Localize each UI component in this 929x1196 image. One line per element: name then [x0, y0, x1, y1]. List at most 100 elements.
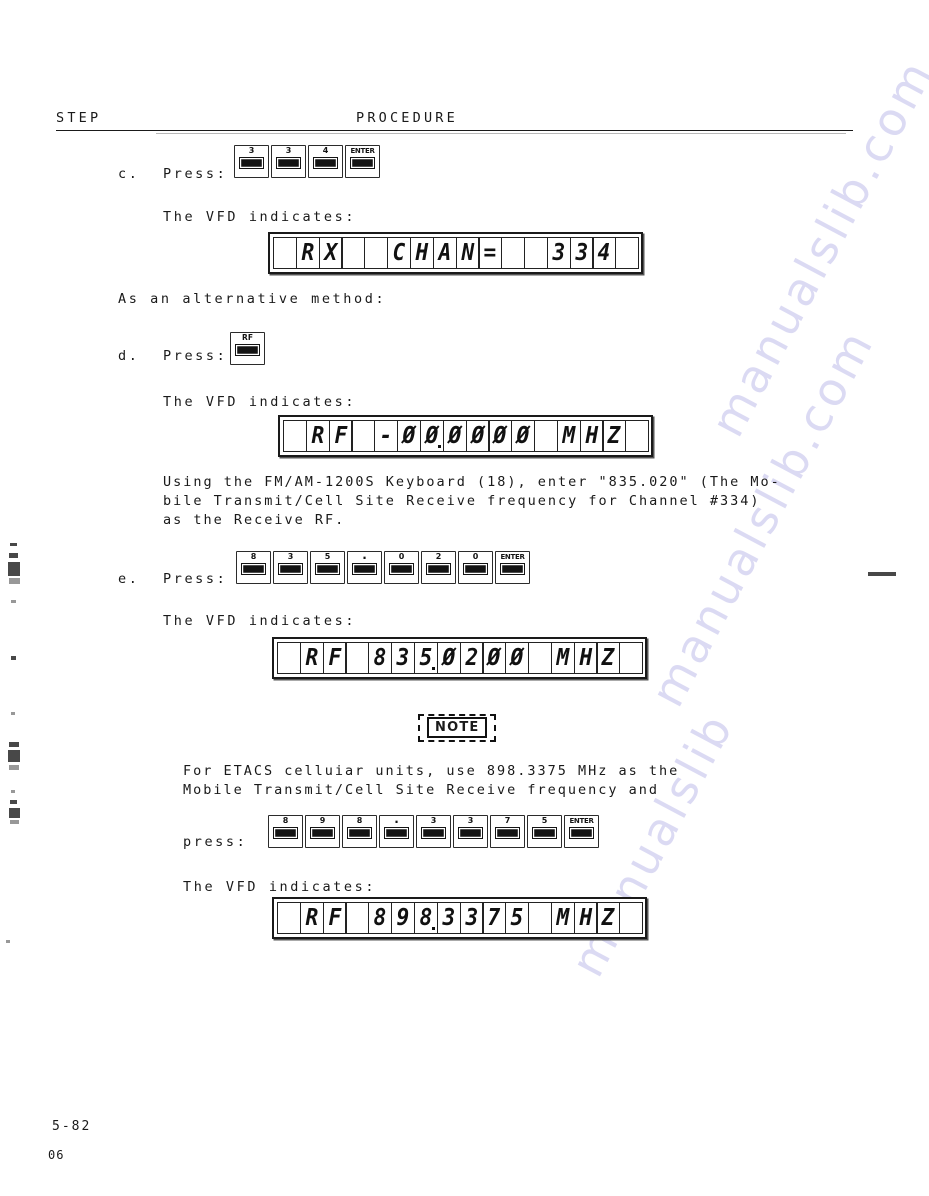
- step-e-key-3[interactable]: 3: [273, 551, 308, 584]
- vfd-d-cell: Z: [602, 420, 627, 452]
- step-c-key-3[interactable]: 3: [234, 145, 269, 178]
- step-e-key-2[interactable]: 2: [421, 551, 456, 584]
- key-label: 8: [282, 816, 289, 825]
- vfd-c-cell: [501, 237, 526, 269]
- vfd-char: 8: [373, 904, 387, 931]
- vfd-e-cell: M: [550, 642, 575, 674]
- step-c-keypad[interactable]: 3 3 4 ENTER: [234, 145, 382, 178]
- vfd-char: H: [579, 904, 592, 931]
- note-key-8[interactable]: 8: [268, 815, 303, 848]
- vfd-note-cell: M: [550, 902, 575, 934]
- note-key-8[interactable]: 8: [342, 815, 377, 848]
- vfd-d-cell: Ø: [488, 420, 513, 452]
- vfd-note-cell: 3: [436, 902, 461, 934]
- note-key-decimal[interactable]: .: [379, 812, 414, 848]
- vfd-note-cell: [277, 902, 301, 934]
- step-c-vfd-caption: The VFD indicates:: [163, 209, 357, 225]
- vfd-c-cell: [615, 237, 640, 269]
- vfd-c-cell: [341, 237, 366, 269]
- step-d-key-rf[interactable]: RF: [230, 332, 265, 365]
- key-label: RF: [242, 333, 253, 342]
- vfd-char: N: [461, 239, 474, 266]
- vfd-e-cell: [527, 642, 552, 674]
- key-cap: [389, 563, 414, 575]
- key-label: 0: [472, 552, 479, 561]
- scan-artifact: [11, 656, 16, 660]
- vfd-char: Ø: [402, 422, 416, 449]
- vfd-note-cell: [527, 902, 552, 934]
- vfd-e-cell: R: [299, 642, 324, 674]
- vfd-char: 8: [373, 644, 387, 671]
- key-cap: [239, 157, 264, 169]
- key-cap: [315, 563, 340, 575]
- vfd-c-cell: H: [409, 237, 434, 269]
- document-page: manualslib.com manualslib.com manualslib…: [0, 0, 929, 1196]
- note-key-3[interactable]: 3: [453, 815, 488, 848]
- vfd-char: R: [305, 644, 319, 671]
- step-e-keypad[interactable]: 8 3 5. 0 2 0 ENTER: [236, 548, 532, 584]
- header-step-label: STEP: [56, 110, 102, 126]
- vfd-note-cell: 7: [482, 902, 507, 934]
- vfd-d-cell: F: [328, 420, 353, 452]
- vfd-char: H: [579, 644, 592, 671]
- vfd-char: 3: [396, 644, 410, 671]
- note-vfd-caption: The VFD indicates:: [183, 879, 377, 895]
- key-cap: [276, 157, 301, 169]
- step-e-key-enter[interactable]: ENTER: [495, 551, 530, 584]
- step-e-key-0[interactable]: 0: [384, 551, 419, 584]
- step-c-key-4[interactable]: 4: [308, 145, 343, 178]
- key-cap: [426, 563, 451, 575]
- step-d-keypad[interactable]: RF: [230, 332, 267, 365]
- vfd-char: 4: [597, 239, 611, 266]
- key-cap: [347, 827, 372, 839]
- scan-artifact: [11, 790, 15, 793]
- vfd-c-cell: X: [318, 237, 343, 269]
- note-key-9[interactable]: 9: [305, 815, 340, 848]
- vfd-note-cell: 8: [368, 902, 393, 934]
- key-cap: [569, 827, 594, 839]
- step-d-vfd-caption: The VFD indicates:: [163, 394, 357, 410]
- key-label: .: [394, 812, 399, 826]
- vfd-note-cell: F: [322, 902, 347, 934]
- vfd-char: F: [334, 422, 347, 449]
- step-c-key-3[interactable]: 3: [271, 145, 306, 178]
- note-body-line-2: Mobile Transmit/Cell Site Receive freque…: [183, 782, 660, 798]
- key-label: 5: [324, 552, 331, 561]
- vfd-char: F: [328, 644, 341, 671]
- scan-artifact: [9, 553, 18, 558]
- footer-page-number: 5-82: [52, 1119, 92, 1134]
- note-key-5[interactable]: 5: [527, 815, 562, 848]
- step-e-key-8[interactable]: 8: [236, 551, 271, 584]
- note-body-line-1: For ETACS celluiar units, use 898.3375 M…: [183, 763, 680, 779]
- vfd-char: Ø: [516, 422, 530, 449]
- step-e-key-5[interactable]: 5: [310, 551, 345, 584]
- vfd-char: 3: [552, 239, 566, 266]
- step-e-key-decimal[interactable]: .: [347, 548, 382, 584]
- note-keypad[interactable]: 8 9 8. 3 3 7 5 ENTER: [268, 812, 601, 848]
- vfd-char: 3: [575, 239, 588, 266]
- key-label: 7: [504, 816, 511, 825]
- step-e-vfd-display: RF835Ø2ØØMHZ: [272, 637, 647, 679]
- note-key-7[interactable]: 7: [490, 815, 525, 848]
- vfd-note-cell: 3: [459, 902, 484, 934]
- scan-artifact: [9, 742, 19, 747]
- step-d-vfd-display: RF-ØØØØØØMHZ: [278, 415, 653, 457]
- vfd-c-cell: A: [432, 237, 457, 269]
- step-e-key-0[interactable]: 0: [458, 551, 493, 584]
- note-key-3[interactable]: 3: [416, 815, 451, 848]
- vfd-char: 9: [396, 904, 410, 931]
- note-title: NOTE: [427, 717, 488, 738]
- key-label: .: [362, 548, 367, 562]
- vfd-e-cell: Ø: [505, 642, 530, 674]
- step-c-press-label: Press:: [163, 166, 228, 182]
- vfd-d-cell: M: [556, 420, 581, 452]
- vfd-c-cell: N: [455, 237, 480, 269]
- note-key-enter[interactable]: ENTER: [564, 815, 599, 848]
- vfd-d-cell: Ø: [397, 420, 422, 452]
- step-c-marker: c.: [118, 166, 140, 182]
- step-c-key-enter[interactable]: ENTER: [345, 145, 380, 178]
- key-cap: [463, 563, 488, 575]
- vfd-e-cell: F: [322, 642, 347, 674]
- vfd-char: Ø: [493, 422, 507, 449]
- key-cap: [532, 827, 557, 839]
